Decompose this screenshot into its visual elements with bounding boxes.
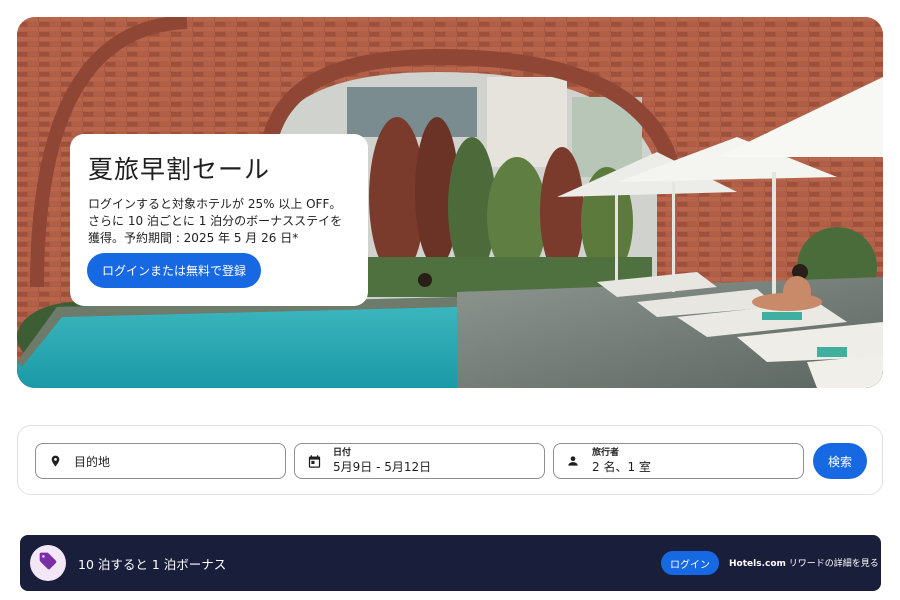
calendar-icon [305, 452, 323, 470]
rewards-badge [30, 545, 66, 581]
hero-banner: 夏旅早割セール ログインすると対象ホテルが 25% 以上 OFF。さらに 10 … [17, 17, 883, 388]
rewards-login-button[interactable]: ログイン [661, 551, 719, 575]
search-button[interactable]: 検索 [813, 443, 867, 479]
search-panel: 目的地 日付 5月9日 - 5月12日 旅行者 2 名、1 室 検索 [17, 425, 883, 495]
location-pin-icon [46, 452, 64, 470]
price-tag-icon [38, 551, 58, 575]
person-icon [564, 452, 582, 470]
rewards-headline: 10 泊すると 1 泊ボーナス [78, 557, 227, 572]
dates-field[interactable]: 日付 5月9日 - 5月12日 [294, 443, 545, 479]
rewards-link-text: リワードの詳細を見る [785, 559, 879, 569]
travelers-value: 2 名、1 室 [592, 460, 651, 474]
rewards-details-link[interactable]: Hotels.com リワードの詳細を見る [729, 556, 879, 569]
promo-card: 夏旅早割セール ログインすると対象ホテルが 25% 以上 OFF。さらに 10 … [70, 134, 368, 306]
rewards-banner: 10 泊すると 1 泊ボーナス ログイン Hotels.com リワードの詳細を… [20, 535, 881, 591]
destination-field[interactable]: 目的地 [35, 443, 286, 479]
promo-description: ログインすると対象ホテルが 25% 以上 OFF。さらに 10 泊ごとに 1 泊… [88, 197, 343, 245]
dates-label: 日付 [333, 448, 352, 458]
dates-value: 5月9日 - 5月12日 [333, 460, 432, 474]
promo-title: 夏旅早割セール [88, 155, 271, 184]
login-or-signup-button[interactable]: ログインまたは無料で登録 [87, 253, 262, 288]
travelers-field[interactable]: 旅行者 2 名、1 室 [553, 443, 804, 479]
travelers-label: 旅行者 [592, 448, 620, 458]
destination-placeholder: 目的地 [74, 454, 111, 469]
rewards-brand: Hotels.com [729, 559, 786, 569]
